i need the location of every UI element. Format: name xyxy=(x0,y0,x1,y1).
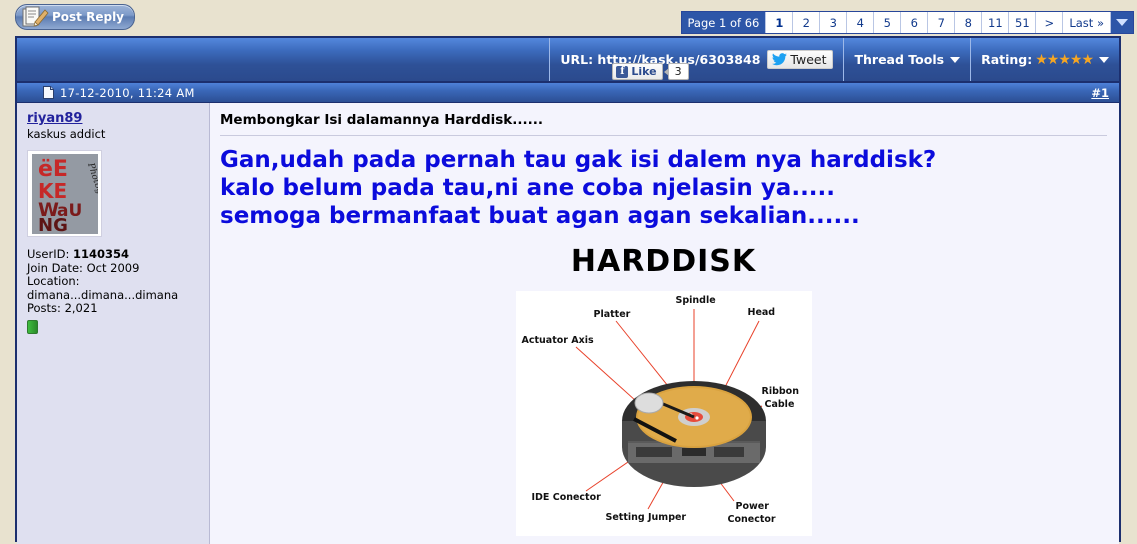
diagram-label-ribbon: Ribbon xyxy=(761,386,799,397)
post-date: 17-12-2010, 11:24 AM xyxy=(60,85,195,100)
location-value: dimana...dimana...dimana xyxy=(27,287,179,302)
diagram-label-cable: Cable xyxy=(764,399,795,410)
rating-label: Rating: xyxy=(981,52,1033,67)
post-count: Posts: 2,021 xyxy=(27,301,98,316)
tweet-button[interactable]: Tweet xyxy=(767,50,834,69)
diagram-label-power: Power xyxy=(735,501,769,512)
username-link[interactable]: riyan89 xyxy=(27,111,82,126)
compose-icon xyxy=(22,6,49,27)
post-message-line-1: Gan,udah pada pernah tau gak isi dalem n… xyxy=(220,147,937,173)
thread-tools-bar: URL: http://kask.us/6303848 Tweet f Like… xyxy=(17,38,1119,83)
page-link-1[interactable]: 1 xyxy=(765,12,793,33)
like-count-badge: 3 xyxy=(663,63,689,80)
page-link-6[interactable]: 6 xyxy=(900,12,928,33)
post-message: Gan,udah pada pernah tau gak isi dalem n… xyxy=(220,146,1107,230)
user-id-label: UserID: xyxy=(27,247,70,261)
join-date: Join Date: Oct 2009 xyxy=(27,260,140,275)
chevron-down-icon xyxy=(1099,56,1109,63)
pagination[interactable]: Page 1 of 66 1 2 3 4 5 6 7 8 11 51 > Las… xyxy=(680,11,1134,34)
facebook-like-button[interactable]: f Like xyxy=(612,63,663,80)
thread-tools-label: Thread Tools xyxy=(854,52,945,67)
post-message-line-2: kalo belum pada tau,ni ane coba njelasin… xyxy=(220,175,836,201)
post-body: riyan89 kaskus addict ëE KE W aU NG Phot… xyxy=(17,103,1119,544)
page-link-7[interactable]: 7 xyxy=(927,12,955,33)
rating-stars-icon: ★★★★★ xyxy=(1035,51,1094,68)
page-indicator: Page 1 of 66 xyxy=(681,12,766,33)
twitter-bird-icon xyxy=(772,53,788,66)
location-label: Location: xyxy=(27,274,80,289)
diagram-label-actuator-axis: Actuator Axis xyxy=(521,335,594,346)
user-info-panel: riyan89 kaskus addict ëE KE W aU NG Phot… xyxy=(17,103,210,544)
page-link-4[interactable]: 4 xyxy=(846,12,874,33)
chevron-down-icon xyxy=(950,56,961,63)
user-id-value: 1140354 xyxy=(73,247,130,261)
harddisk-diagram-image[interactable]: Spindle Platter Head Actuator Axis Ribbo… xyxy=(515,291,812,536)
diagram-label-spindle: Spindle xyxy=(675,295,716,306)
url-and-social-segment: URL: http://kask.us/6303848 Tweet f Like… xyxy=(549,38,843,81)
post-message-line-3: semoga bermanfaat buat agan agan sekalia… xyxy=(220,203,860,229)
post-reply-button[interactable]: Post Reply xyxy=(15,4,135,30)
thread-frame: URL: http://kask.us/6303848 Tweet f Like… xyxy=(15,36,1121,544)
facebook-f-icon: f xyxy=(616,65,629,78)
diagram-label-conector: Conector xyxy=(727,514,776,525)
user-details: UserID: 1140354 Join Date: Oct 2009 Loca… xyxy=(27,247,209,316)
page-link-51[interactable]: 51 xyxy=(1008,12,1036,33)
divider xyxy=(220,135,1107,136)
document-icon xyxy=(43,86,54,99)
post-title: Membongkar Isi dalamannya Harddisk...... xyxy=(220,112,544,128)
user-title: kaskus addict xyxy=(27,127,106,141)
diagram-wrapper: Spindle Platter Head Actuator Axis Ribbo… xyxy=(220,291,1107,536)
diagram-label-setting-jumper: Setting Jumper xyxy=(605,512,687,523)
diagram-label-head: Head xyxy=(747,307,776,318)
chevron-down-icon xyxy=(1116,19,1128,26)
page-link-8[interactable]: 8 xyxy=(954,12,982,33)
page-link-11[interactable]: 11 xyxy=(981,12,1009,33)
diagram-label-platter: Platter xyxy=(593,309,631,320)
user-avatar[interactable]: ëE KE W aU NG Photography xyxy=(27,150,102,237)
harddisk-heading: HARDDISK xyxy=(570,244,757,279)
forum-thread-page: Post Reply Page 1 of 66 1 2 3 4 5 6 7 8 … xyxy=(0,0,1137,544)
post-content: Membongkar Isi dalamannya Harddisk......… xyxy=(210,103,1119,544)
thread-tools-menu[interactable]: Thread Tools xyxy=(843,38,970,81)
next-page-link[interactable]: > xyxy=(1035,12,1063,33)
svg-text:NG: NG xyxy=(38,215,68,234)
page-dropdown-button[interactable] xyxy=(1110,12,1133,33)
diagram-label-ide-conector: IDE Conector xyxy=(531,492,601,503)
user-id-row: UserID: 1140354 xyxy=(27,247,209,262)
like-label: Like xyxy=(631,65,657,78)
last-page-link[interactable]: Last » xyxy=(1062,12,1110,33)
facebook-like-widget[interactable]: f Like 3 xyxy=(612,63,689,80)
page-link-3[interactable]: 3 xyxy=(819,12,847,33)
rating-menu[interactable]: Rating: ★★★★★ xyxy=(970,38,1119,81)
post-header-bar: 17-12-2010, 11:24 AM #1 xyxy=(17,83,1119,103)
top-toolbar: Post Reply Page 1 of 66 1 2 3 4 5 6 7 8 … xyxy=(0,0,1137,36)
post-reply-label: Post Reply xyxy=(52,10,124,24)
page-link-2[interactable]: 2 xyxy=(792,12,820,33)
post-number-link[interactable]: #1 xyxy=(1091,86,1109,100)
online-status-icon xyxy=(27,319,38,334)
tweet-label: Tweet xyxy=(790,52,827,67)
page-link-5[interactable]: 5 xyxy=(873,12,901,33)
